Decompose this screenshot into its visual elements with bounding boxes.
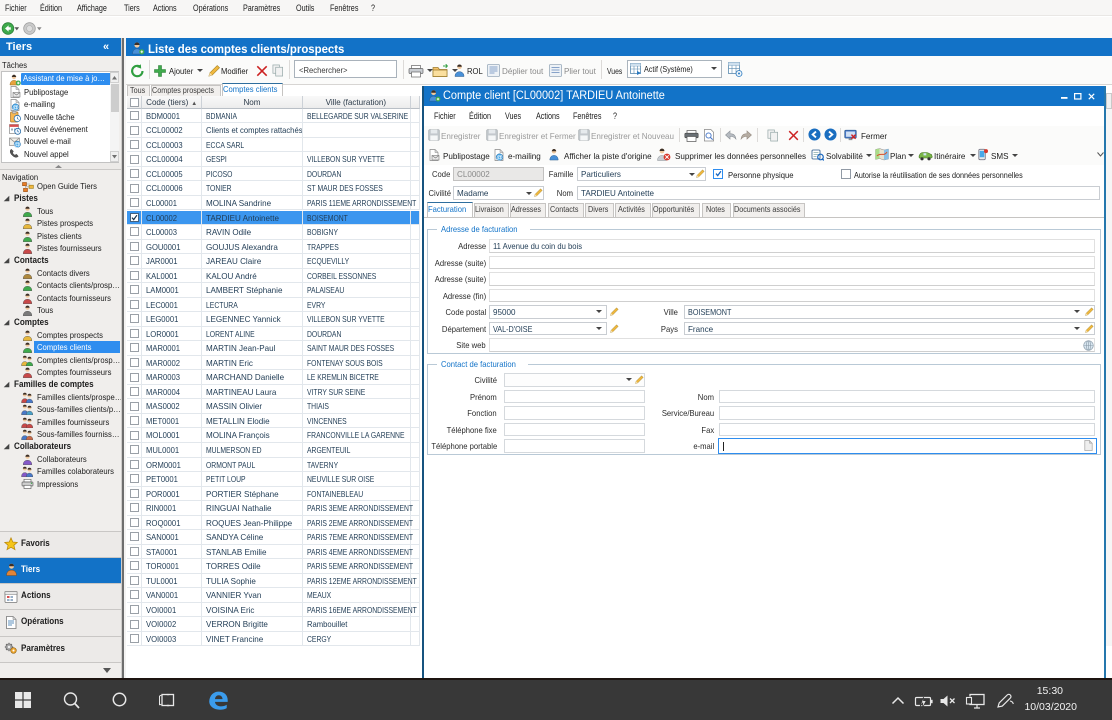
svg-text:@: @ (14, 141, 21, 148)
svg-text:@: @ (12, 104, 19, 111)
svg-text:@: @ (496, 154, 503, 161)
